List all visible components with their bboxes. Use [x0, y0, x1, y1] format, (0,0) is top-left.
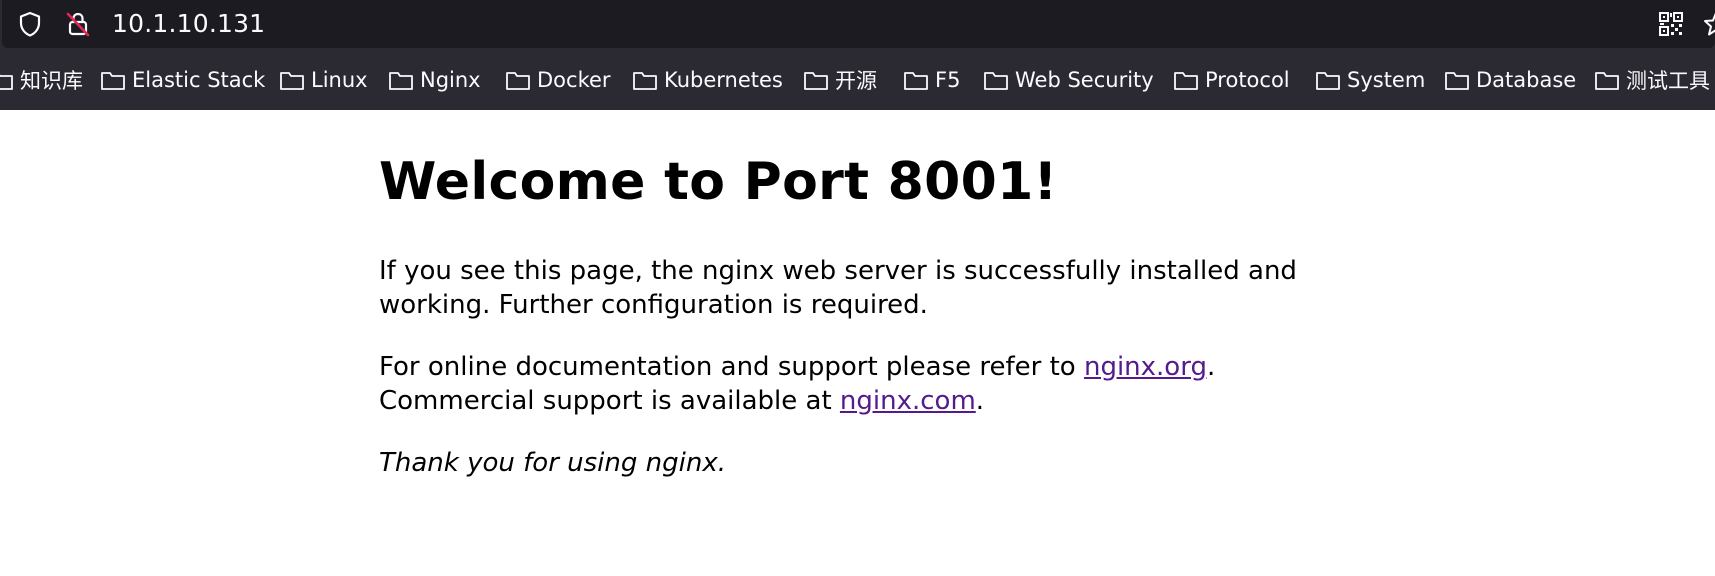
intro-line-2: working. Further configuration is requir…	[379, 290, 928, 320]
folder-icon	[389, 72, 413, 90]
bookmark-folder[interactable]: Docker	[505, 50, 611, 110]
folder-icon	[506, 72, 530, 90]
bookmark-label: Elastic Stack	[132, 68, 266, 92]
folder-icon	[633, 72, 657, 90]
folder-icon	[1174, 72, 1198, 90]
shield-icon[interactable]	[16, 10, 44, 38]
bookmark-folder[interactable]: Web Security	[983, 50, 1154, 110]
bookmark-folder[interactable]: F5	[903, 50, 960, 110]
bookmark-label: Web Security	[1015, 68, 1154, 92]
bookmark-label: Protocol	[1205, 68, 1290, 92]
bookmark-label: 知识库	[20, 69, 83, 93]
bookmark-folder[interactable]: 测试工具	[1594, 50, 1710, 110]
folder-icon	[1316, 72, 1340, 90]
nginx-com-link[interactable]: nginx.com	[840, 386, 976, 416]
url-text[interactable]: 10.1.10.131	[112, 9, 265, 39]
bookmark-label: 测试工具	[1626, 69, 1710, 93]
bookmark-label: Nginx	[420, 68, 481, 92]
bookmark-folder[interactable]: 开源	[803, 50, 877, 110]
thanks-text: Thank you for using nginx.	[379, 448, 726, 478]
folder-icon	[1595, 72, 1619, 90]
folder-icon	[984, 72, 1008, 90]
bookmark-label: Kubernetes	[664, 68, 783, 92]
support-paragraph: For online documentation and support ple…	[379, 350, 1215, 418]
insecure-lock-icon[interactable]	[64, 10, 92, 38]
folder-icon	[904, 72, 928, 90]
bookmark-folder[interactable]: System	[1315, 50, 1425, 110]
bookmark-label: Linux	[311, 68, 368, 92]
bookmark-folder[interactable]: Database	[1444, 50, 1576, 110]
nginx-org-link[interactable]: nginx.org	[1084, 352, 1207, 382]
bookmark-label: F5	[935, 68, 961, 92]
url-bar: 10.1.10.131	[0, 0, 1715, 50]
intro-paragraph: If you see this page, the nginx web serv…	[379, 254, 1297, 322]
bookmark-label: System	[1347, 68, 1426, 92]
bookmark-label: Docker	[537, 68, 611, 92]
support-text-1: For online documentation and support ple…	[379, 352, 1084, 382]
support-line-1: For online documentation and support ple…	[379, 350, 1215, 384]
page-title: Welcome to Port 8001!	[379, 152, 1058, 212]
bookmark-folder[interactable]: Nginx	[388, 50, 481, 110]
folder-icon	[0, 74, 13, 90]
folder-icon	[804, 72, 828, 90]
address-field[interactable]: 10.1.10.131	[2, 0, 1715, 48]
folder-icon	[1445, 72, 1469, 90]
intro-line-1: If you see this page, the nginx web serv…	[379, 256, 1297, 286]
period-2: .	[975, 386, 985, 416]
bookmarks-toolbar: 知识库 Elastic Stack Linux Nginx Docker Kub…	[0, 50, 1715, 110]
bookmark-folder[interactable]: 知识库	[0, 50, 83, 110]
support-line-2: Commercial support is available at nginx…	[379, 384, 1215, 418]
bookmark-star-icon[interactable]	[1702, 10, 1715, 38]
bookmark-folder[interactable]: Elastic Stack	[100, 50, 265, 110]
bookmark-label: Database	[1476, 68, 1577, 92]
bookmark-label: 开源	[835, 69, 877, 93]
bookmark-folder[interactable]: Linux	[279, 50, 368, 110]
support-text-2: Commercial support is available at	[379, 386, 840, 416]
bookmark-folder[interactable]: Protocol	[1173, 50, 1290, 110]
bookmark-folder[interactable]: Kubernetes	[632, 50, 783, 110]
folder-icon	[101, 72, 125, 90]
period-1: .	[1206, 352, 1216, 382]
qr-code-icon[interactable]	[1658, 11, 1684, 37]
folder-icon	[280, 72, 304, 90]
